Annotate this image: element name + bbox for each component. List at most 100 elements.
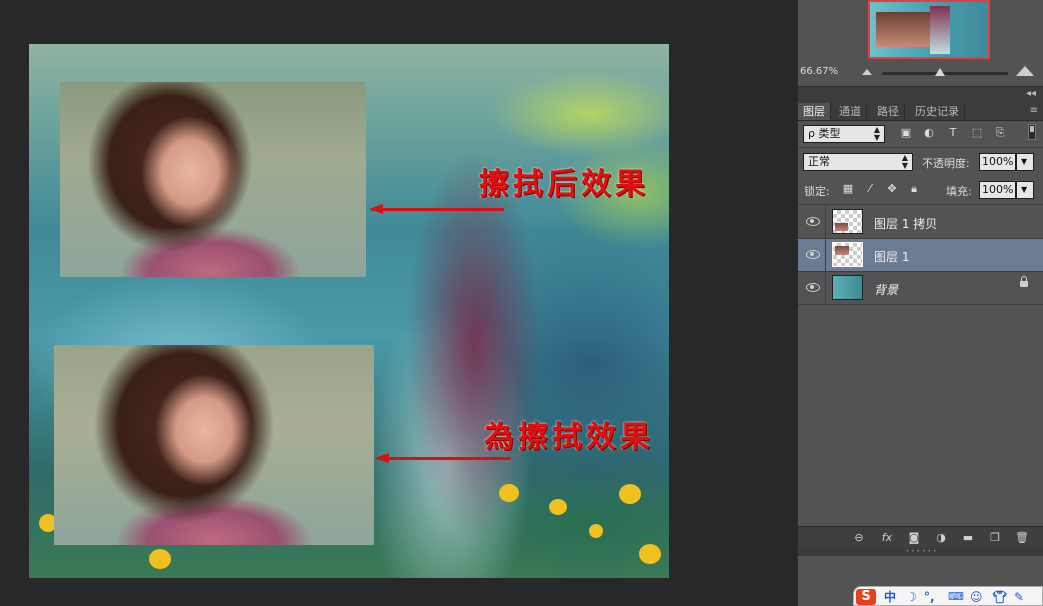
blend-row: 正常 ▲ ▼ 不透明度: 100% ▼ bbox=[798, 151, 1043, 173]
navigator-preview-figure bbox=[930, 6, 950, 54]
layer-filter-row: ρ 类型 ▲ ▼ ▣ ◐ T ⬚ ⎘ bbox=[798, 123, 1043, 145]
opacity-input[interactable]: 100% bbox=[979, 153, 1016, 171]
filter-shape-icon[interactable]: ⬚ bbox=[970, 126, 984, 140]
new-group-icon[interactable]: ▬ bbox=[961, 531, 975, 545]
lock-paint-brush-icon[interactable]: ⁄ bbox=[863, 182, 877, 196]
document-workspace[interactable]: 擦拭后效果 為擦拭效果 bbox=[0, 0, 797, 606]
select-carets-icon: ▲ ▼ bbox=[873, 125, 880, 142]
navigator-preview[interactable] bbox=[868, 0, 990, 59]
new-layer-icon[interactable]: ❐ bbox=[988, 531, 1002, 545]
layer-row[interactable]: 图层 1 拷贝 bbox=[798, 206, 1043, 239]
yellow-flower bbox=[619, 484, 641, 504]
filter-kind-select[interactable]: ρ 类型 ▲ ▼ bbox=[803, 125, 885, 143]
visibility-toggle[interactable] bbox=[798, 206, 826, 239]
lock-position-icon[interactable]: ✥ bbox=[885, 182, 899, 196]
lock-row: 锁定: ▦ ⁄ ✥ 🔒︎ 填充: 100% ▼ bbox=[798, 180, 1043, 200]
divider bbox=[798, 147, 1043, 148]
filter-type-icon[interactable]: T bbox=[946, 126, 960, 140]
fill-label: 填充: bbox=[946, 185, 972, 198]
document-canvas[interactable]: 擦拭后效果 為擦拭效果 bbox=[29, 44, 669, 578]
link-layers-icon[interactable]: ⊖ bbox=[852, 531, 866, 545]
yellow-flower bbox=[499, 484, 519, 502]
filter-pixel-icon[interactable]: ▣ bbox=[899, 126, 913, 140]
ime-toolbar: S 中 ☽ °, ⌨ ☺ 👕︎ ✎ bbox=[853, 586, 1043, 606]
layer-thumbnail-image bbox=[835, 223, 848, 231]
yellow-flower bbox=[149, 549, 171, 569]
tab-history[interactable]: 历史记录 bbox=[910, 103, 965, 120]
blend-mode-select[interactable]: 正常 ▲ ▼ bbox=[803, 153, 913, 171]
panel-menu-icon[interactable]: ≡ bbox=[1030, 105, 1038, 116]
layer-name[interactable]: 图层 1 bbox=[874, 248, 909, 265]
filter-adjustment-icon[interactable]: ◐ bbox=[922, 126, 936, 140]
eye-icon bbox=[806, 282, 820, 292]
zoom-out-icon[interactable] bbox=[862, 69, 872, 75]
panel-collapse-strip: ◂◂ bbox=[798, 86, 1043, 104]
visibility-toggle[interactable] bbox=[798, 272, 826, 305]
lock-label: 锁定: bbox=[804, 185, 830, 198]
lock-all-icon[interactable]: 🔒︎ bbox=[907, 182, 921, 196]
layers-bottom-toolbar: ⊖ fx ◙ ◑ ▬ ❐ 🗑︎ bbox=[798, 526, 1043, 549]
zoom-in-icon[interactable] bbox=[1016, 66, 1034, 76]
yellow-flower bbox=[549, 499, 567, 515]
adjustment-layer-icon[interactable]: ◑ bbox=[934, 531, 948, 545]
annotation-arrow-bottom bbox=[375, 453, 511, 463]
panel-tabs: 图层 通道 路径 历史记录 ≡ bbox=[798, 103, 1043, 121]
tab-paths[interactable]: 路径 bbox=[872, 103, 905, 120]
ime-keyboard-icon[interactable]: ⌨ bbox=[948, 589, 964, 605]
blend-mode-label: 正常 bbox=[808, 155, 830, 168]
fill-input[interactable]: 100% bbox=[979, 181, 1016, 199]
navigator-preview-inset bbox=[876, 12, 930, 47]
erased-result-inset bbox=[60, 82, 366, 277]
tab-layers[interactable]: 图层 bbox=[798, 103, 831, 120]
sogou-logo[interactable]: S bbox=[856, 589, 876, 605]
annotation-erased-effect: 擦拭后效果 bbox=[479, 167, 649, 202]
layer-thumbnail-image bbox=[835, 246, 849, 255]
opacity-label: 不透明度: bbox=[922, 157, 970, 170]
zoom-slider[interactable] bbox=[882, 68, 1008, 76]
zoom-value[interactable]: 66.67% bbox=[800, 66, 838, 77]
tab-channels[interactable]: 通道 bbox=[834, 103, 867, 120]
ime-tools-icon[interactable]: ✎ bbox=[1014, 589, 1024, 605]
layer-row-selected[interactable]: 图层 1 bbox=[798, 239, 1043, 272]
select-carets-icon: ▲ ▼ bbox=[901, 153, 908, 170]
ime-language[interactable]: 中 bbox=[884, 589, 896, 605]
layer-thumbnail bbox=[832, 275, 863, 300]
layers-list: 图层 1 拷贝 图层 1 背景 bbox=[798, 205, 1043, 525]
filter-kind-label: ρ 类型 bbox=[808, 127, 841, 140]
delete-layer-icon[interactable]: 🗑︎ bbox=[1015, 531, 1029, 545]
annotation-arrow-top bbox=[369, 204, 504, 214]
visibility-toggle[interactable] bbox=[798, 239, 826, 272]
lock-icon bbox=[1020, 276, 1028, 287]
fill-value: 100% bbox=[982, 183, 1014, 196]
chevron-down-icon: ▼ bbox=[1021, 185, 1028, 194]
navigator-zoom-row: 66.67% bbox=[798, 62, 1043, 82]
lock-transparent-icon[interactable]: ▦ bbox=[841, 182, 855, 196]
layer-row-background[interactable]: 背景 bbox=[798, 272, 1043, 305]
collapse-panels-icon[interactable]: ◂◂ bbox=[1026, 88, 1036, 99]
yellow-flower bbox=[639, 544, 661, 564]
layer-style-fx-icon[interactable]: fx bbox=[880, 531, 894, 545]
layer-name[interactable]: 图层 1 拷贝 bbox=[874, 215, 937, 232]
right-panel-dock: 66.67% ◂◂ 图层 通道 路径 历史记录 ≡ ρ 类型 ▲ ▼ ▣ ◐ T … bbox=[797, 0, 1043, 606]
layer-thumbnail bbox=[832, 209, 863, 234]
eye-icon bbox=[806, 249, 820, 259]
eye-icon bbox=[806, 216, 820, 226]
layer-name[interactable]: 背景 bbox=[874, 281, 898, 298]
ime-moon-icon[interactable]: ☽ bbox=[906, 589, 917, 605]
fill-dropdown[interactable]: ▼ bbox=[1016, 181, 1034, 199]
panel-resize-grip[interactable]: • • • • • • bbox=[798, 548, 1043, 556]
unerased-inset bbox=[54, 345, 374, 545]
ime-user-icon[interactable]: ☺ bbox=[970, 589, 983, 605]
filter-toggle[interactable] bbox=[1028, 124, 1036, 140]
layer-thumbnail bbox=[832, 242, 863, 267]
ime-skin-icon[interactable]: 👕︎ bbox=[992, 589, 1007, 605]
annotation-unerased-effect: 為擦拭效果 bbox=[484, 420, 654, 455]
opacity-dropdown[interactable]: ▼ bbox=[1016, 153, 1034, 171]
add-mask-icon[interactable]: ◙ bbox=[907, 531, 921, 545]
chevron-down-icon: ▼ bbox=[1021, 157, 1028, 166]
opacity-value: 100% bbox=[982, 155, 1014, 168]
ime-punctuation-icon[interactable]: °, bbox=[924, 589, 935, 605]
filter-smart-object-icon[interactable]: ⎘ bbox=[993, 126, 1007, 140]
zoom-slider-thumb[interactable] bbox=[934, 68, 945, 76]
yellow-flower bbox=[589, 524, 603, 538]
